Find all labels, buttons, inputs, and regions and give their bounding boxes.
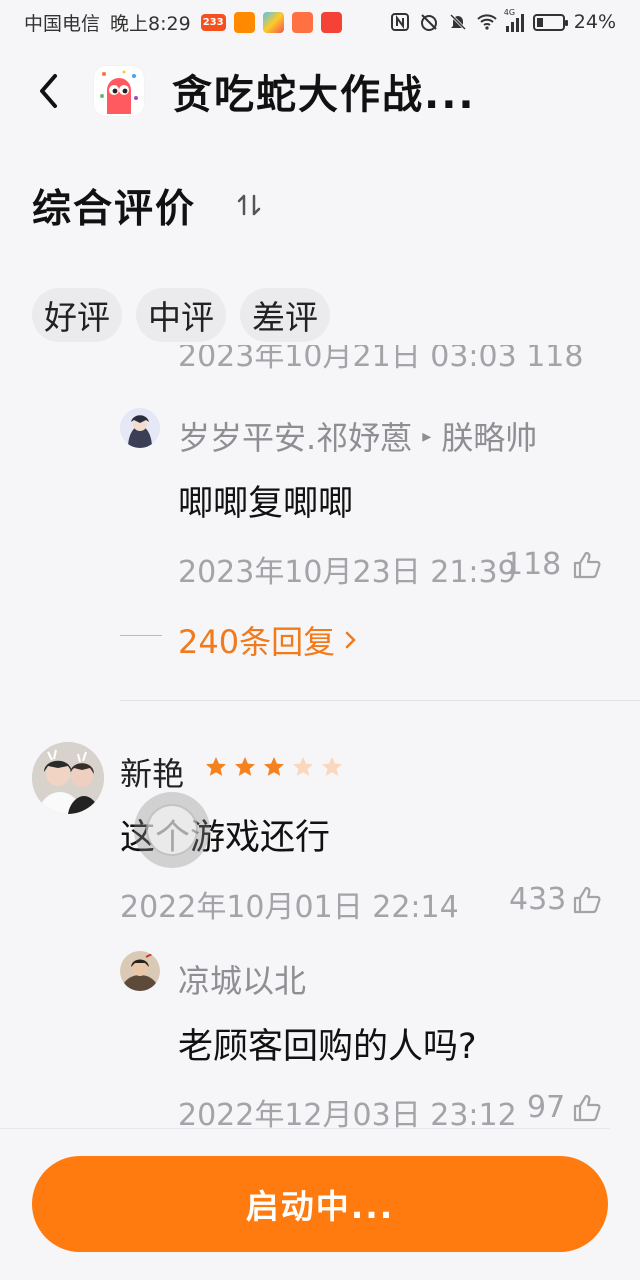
thumb-up-icon[interactable] [572,550,602,580]
time-label: 晚上8:29 [110,12,191,35]
app-header: 贪吃蛇大作战... [0,56,640,126]
star-filled-icon [264,757,284,776]
filter-good[interactable]: 好评 [32,288,122,342]
reply-text: 老顾客回购的人吗? [178,1027,477,1067]
video-camera-icon [233,11,255,33]
bottom-divider [0,1128,610,1129]
reply-username[interactable]: 凉城以北 [178,956,306,1002]
thumb-up-icon[interactable] [572,1093,602,1123]
comment-divider [120,700,640,701]
chevron-right-icon [345,631,356,649]
notification-233-icon: 233 [200,13,226,31]
reply-date: 2022年12月03日 23:12 [178,1098,517,1130]
chevron-left-icon [40,74,57,108]
reply-header: 岁岁平安.祁妤蒽 ▸ 朕略帅 [178,413,537,459]
network-type-label: 4G [503,8,516,17]
filter-bad[interactable]: 差评 [240,288,330,342]
bell-off-icon [449,13,466,31]
review-date: 2022年10月01日 22:14 [120,890,459,925]
play-notification-icon [291,11,313,33]
floating-assistive-button[interactable] [134,792,210,868]
battery-percent: 24% [573,11,616,33]
sort-icon[interactable] [234,190,264,220]
reply-date: 2023年10月23日 21:39 [178,555,517,590]
reply-like-count: 97 [527,1090,566,1125]
rating-filter-chips: 好评 中评 差评 [32,288,330,342]
more-replies-label: 240条回复 [178,623,336,661]
star-empty-icon [293,757,313,776]
back-button[interactable] [28,71,68,111]
wifi-icon [477,14,497,30]
nfc-icon [390,13,409,31]
star-empty-icon [322,757,342,776]
reply-username[interactable]: 岁岁平安.祁妤蒽 [178,413,412,459]
thumb-up-icon[interactable] [572,885,602,915]
reply-like-count: 118 [504,547,562,582]
cut-off-meta: 2023年10月21日 03:03 118 [178,345,584,374]
carrier-label: 中国电信 [24,12,101,35]
reviewer-avatar[interactable] [32,742,104,814]
alarm-off-icon [420,14,437,31]
battery-icon [532,13,568,31]
mail-notification-icon [320,11,342,33]
reviewer-name[interactable]: 新艳 [120,749,184,795]
floating-ball-inner [146,804,198,856]
reply-to-arrow-icon: ▸ [422,425,432,447]
launch-button[interactable]: 启动中... [32,1156,608,1252]
comments-list[interactable]: 2023年10月21日 03:03 118 岁岁平安.祁妤蒽 ▸ 朕略帅 唧唧复… [0,345,640,1130]
divider-line [120,635,162,636]
status-bar: 中国电信 晚上8:29 233 4G 24% [0,0,640,44]
avatar[interactable] [120,408,160,448]
signal-icon: 4G [504,8,524,32]
rating-stars [204,755,344,779]
app-notification-icon [262,11,284,33]
section-title: 综合评价 [32,187,197,232]
star-filled-icon [235,757,255,776]
avatar[interactable] [120,951,160,991]
app-title: 贪吃蛇大作战... [172,72,476,118]
app-icon [94,66,144,116]
reply-to-username[interactable]: 朕略帅 [441,413,537,459]
filter-neutral[interactable]: 中评 [136,288,226,342]
review-like-count: 433 [509,882,567,917]
star-filled-icon [206,757,226,776]
reply-text: 唧唧复唧唧 [178,484,354,524]
more-replies-link[interactable]: 240条回复 [178,617,357,663]
